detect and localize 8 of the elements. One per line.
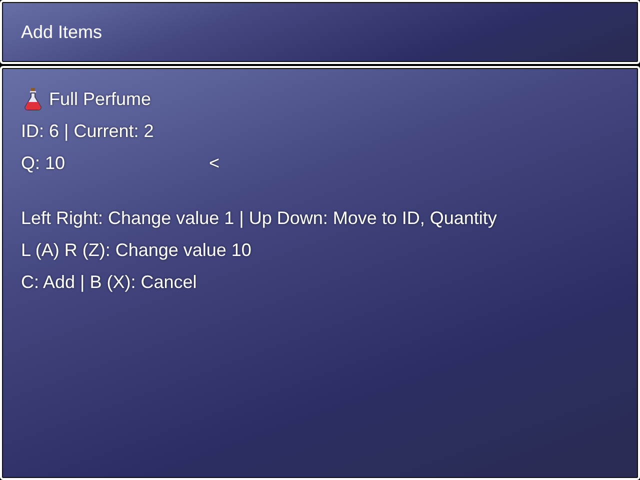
help-text: C: Add | B (X): Cancel bbox=[21, 272, 197, 292]
help-text: L (A) R (Z): Change value 10 bbox=[21, 240, 252, 260]
cursor-marker: < bbox=[209, 152, 220, 174]
id-line: ID: 6 | Current: 2 bbox=[21, 120, 154, 142]
quantity-value: Q: 10 bbox=[21, 152, 66, 174]
item-name: Full Perfume bbox=[49, 88, 152, 110]
help-text: Left Right: Change value 1 | Up Down: Move to ID, Quantity bbox=[21, 208, 497, 228]
window-title: Add Items bbox=[21, 22, 102, 42]
